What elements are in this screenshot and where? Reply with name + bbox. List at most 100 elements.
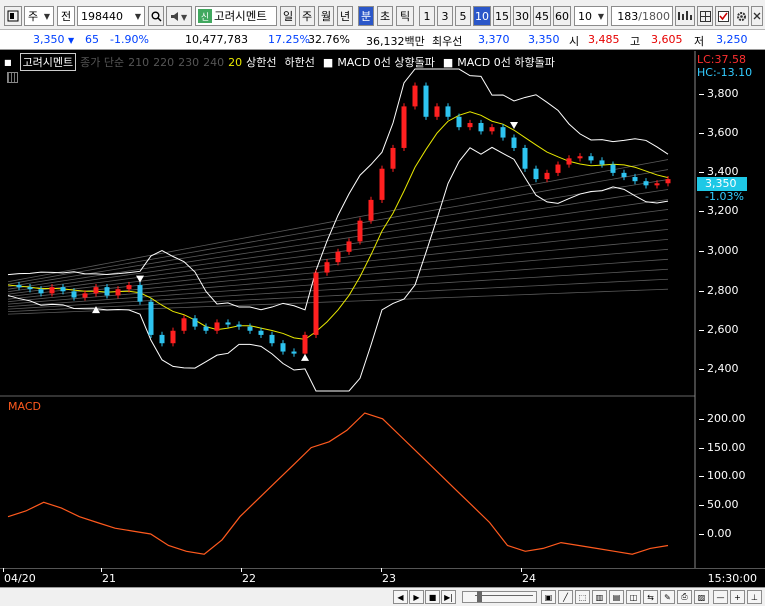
count-input[interactable]: 183/1800 bbox=[611, 6, 673, 26]
gear-icon[interactable] bbox=[733, 6, 749, 26]
grid-icon[interactable] bbox=[697, 6, 713, 26]
line-tool-icon[interactable]: ╱ bbox=[558, 590, 573, 604]
period-day[interactable]: 일 bbox=[280, 6, 296, 26]
candle-body bbox=[148, 301, 154, 335]
quote-volume: 10,477,783 bbox=[185, 33, 248, 46]
candle-body bbox=[588, 156, 594, 161]
checkbox-icon[interactable] bbox=[715, 6, 731, 26]
price-tick: 3,600 bbox=[699, 126, 739, 139]
step-forward-icon[interactable]: ▶| bbox=[441, 590, 456, 604]
chevron-down-icon: ▼ bbox=[134, 11, 141, 21]
interval-select[interactable]: 10 ▼ bbox=[574, 6, 608, 26]
image-icon[interactable]: ▨ bbox=[694, 590, 709, 604]
time-current: 15:30:00 bbox=[707, 572, 757, 585]
interval-60-label: 60 bbox=[555, 9, 569, 23]
text-tool-icon[interactable]: ✎ bbox=[660, 590, 675, 604]
current-change: -1.03% bbox=[705, 190, 744, 203]
scroll-left-icon[interactable]: ◀ bbox=[393, 590, 408, 604]
interval-60[interactable]: 60 bbox=[553, 6, 571, 26]
buy-signal-arrow bbox=[301, 353, 309, 361]
candle-tool-icon[interactable]: ▤ bbox=[609, 590, 624, 604]
fit-icon[interactable]: ⊥ bbox=[747, 590, 762, 604]
quote-rate1: 17.25% bbox=[268, 33, 310, 46]
time-axis: 04/20 21 22 23 24 15:30:00 bbox=[0, 568, 765, 588]
toolbar: 주 ▼ 전 198440 ▼ ▼ 신 고려시멘트 일 주 월 년 분 초 틱 1 3… bbox=[0, 0, 765, 30]
slider-handle[interactable] bbox=[477, 591, 482, 602]
chevron-down-icon: ▼ bbox=[43, 11, 50, 21]
stop-icon[interactable]: ■ bbox=[425, 590, 440, 604]
interval-1-label: 1 bbox=[423, 9, 431, 23]
time-label: 23 bbox=[381, 568, 396, 585]
quote-price: 3,350 ▼ bbox=[33, 33, 75, 46]
interval-10[interactable]: 10 bbox=[473, 6, 491, 26]
price-tick: 2,400 bbox=[699, 362, 739, 375]
candle-body bbox=[456, 116, 462, 128]
range-button[interactable]: 전 bbox=[57, 6, 75, 26]
period-second[interactable]: 초 bbox=[377, 6, 393, 26]
period-tick-label: 틱 bbox=[399, 10, 411, 23]
search-icon[interactable] bbox=[148, 6, 164, 26]
candle-body bbox=[115, 289, 121, 296]
period-week-label: 주 bbox=[301, 10, 313, 23]
speaker-icon[interactable]: ▼ bbox=[166, 6, 192, 26]
print-icon[interactable]: ⎙ bbox=[677, 590, 692, 604]
candle-body bbox=[368, 199, 374, 221]
interval-5[interactable]: 5 bbox=[455, 6, 471, 26]
stock-name-button[interactable]: 신 고려시멘트 bbox=[195, 6, 277, 26]
quote-high: 3,605 bbox=[651, 33, 683, 46]
envelope-line bbox=[7, 169, 669, 285]
market-value: 주 bbox=[28, 10, 39, 23]
new-badge: 신 bbox=[198, 9, 212, 23]
candle-body bbox=[324, 262, 330, 273]
candle-body bbox=[159, 334, 165, 344]
candle-body bbox=[269, 334, 275, 344]
market-select[interactable]: 주 ▼ bbox=[24, 6, 54, 26]
candle-body bbox=[434, 106, 440, 117]
candle-body bbox=[280, 343, 286, 352]
candle-body bbox=[93, 287, 99, 294]
candle-body bbox=[412, 85, 418, 107]
compare-tool-icon[interactable]: ⇆ bbox=[643, 590, 658, 604]
close-icon[interactable] bbox=[751, 6, 763, 26]
chart-area[interactable]: ■ 고려시멘트 종가 단순 210 220 230 240 20 상한선 하한선… bbox=[0, 51, 765, 606]
chart-window-icon[interactable] bbox=[4, 6, 22, 26]
zoom-in-icon[interactable]: + bbox=[730, 590, 745, 604]
interval-45-label: 45 bbox=[535, 9, 549, 23]
chevron-down-icon: ▼ bbox=[597, 11, 604, 21]
code-input[interactable]: 198440 ▼ bbox=[77, 6, 145, 26]
bar-tool-icon[interactable]: ▥ bbox=[592, 590, 607, 604]
quote-open-label: 시 bbox=[569, 35, 580, 48]
play-icon[interactable]: ▶ bbox=[409, 590, 424, 604]
interval-5-label: 5 bbox=[459, 9, 467, 23]
period-week[interactable]: 주 bbox=[299, 6, 315, 26]
candle-body bbox=[236, 324, 242, 327]
interval-30[interactable]: 30 bbox=[513, 6, 531, 26]
period-year[interactable]: 년 bbox=[337, 6, 353, 26]
interval-15[interactable]: 15 bbox=[493, 6, 511, 26]
candle-body bbox=[544, 172, 550, 180]
down-arrow-icon: ▼ bbox=[68, 36, 75, 45]
interval-value: 10 bbox=[578, 9, 592, 23]
chart-settings-icon[interactable] bbox=[675, 6, 695, 26]
period-tick[interactable]: 틱 bbox=[396, 6, 414, 26]
candle-body bbox=[71, 291, 77, 298]
candle-body bbox=[192, 318, 198, 327]
candle-body bbox=[247, 326, 253, 331]
period-minute[interactable]: 분 bbox=[358, 6, 374, 26]
lc-value: LC:37.58 bbox=[697, 53, 747, 66]
interval-45[interactable]: 45 bbox=[533, 6, 551, 26]
candle-body bbox=[445, 106, 451, 117]
zoom-out-icon[interactable]: — bbox=[713, 590, 728, 604]
navigation-bar: ◀ ▶ ■ ▶| ▣ ╱ ⬚ ▥ ▤ ◫ ⇆ ✎ ⎙ ▨ — + ⊥ bbox=[0, 587, 765, 606]
interval-3[interactable]: 3 bbox=[437, 6, 453, 26]
candle-body bbox=[335, 251, 341, 263]
interval-1[interactable]: 1 bbox=[419, 6, 435, 26]
zoom-slider[interactable] bbox=[462, 591, 537, 603]
interval-15-label: 15 bbox=[495, 9, 509, 23]
select-tool-icon[interactable]: ⬚ bbox=[575, 590, 590, 604]
indicator-tool-icon[interactable]: ◫ bbox=[626, 590, 641, 604]
chart-type-icon[interactable]: ▣ bbox=[541, 590, 556, 604]
candle-body bbox=[49, 287, 55, 294]
count-value: 183 bbox=[617, 9, 639, 23]
period-month[interactable]: 월 bbox=[318, 6, 334, 26]
